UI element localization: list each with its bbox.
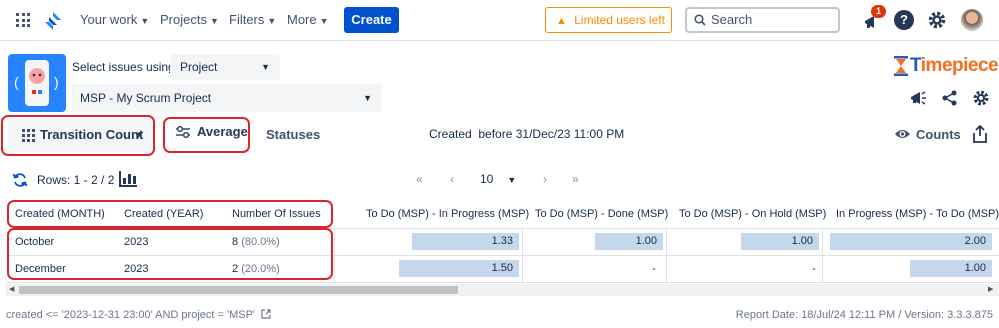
chevron-down-icon: ▼ [363, 93, 372, 103]
column-header[interactable]: To Do (MSP) - On Hold (MSP) [679, 208, 826, 220]
chevron-down-icon: ▼ [319, 16, 329, 26]
project-value: MSP - My Scrum Project [80, 91, 212, 105]
next-page-icon[interactable]: › [543, 172, 547, 186]
rows-count: Rows: 1 - 2 / 2 [37, 173, 115, 187]
scroll-right-icon[interactable]: ▶ [988, 284, 993, 296]
value-bar: 1.00 [741, 233, 819, 250]
first-page-icon[interactable]: « [416, 172, 423, 186]
app-logo-icon: ( ) [14, 60, 59, 106]
scrollbar-thumb[interactable] [19, 286, 458, 294]
nav-label: Filters [229, 12, 265, 27]
create-button[interactable]: Create [344, 7, 399, 33]
search-icon [694, 14, 706, 26]
project-dropdown[interactable]: MSP - My Scrum Project ▼ [72, 84, 382, 112]
report-info: Report Date: 18/Jul/24 12:11 PM / Versio… [735, 309, 993, 321]
app-switcher-icon[interactable] [16, 13, 30, 27]
notification-badge: 1 [871, 5, 886, 18]
highlight-ring [7, 200, 333, 228]
chevron-down-icon: ▼ [507, 175, 517, 185]
empty-value: - [652, 263, 656, 275]
jql-text: created <= '2023-12-31 23:00' AND projec… [6, 309, 256, 321]
hourglass-icon [894, 56, 908, 76]
value-bar: 2.00 [830, 233, 992, 250]
counts-toggle[interactable]: Counts [894, 127, 961, 142]
page-size-dropdown[interactable]: 10 ▼ [480, 172, 516, 186]
chevron-down-icon: ▼ [261, 62, 270, 72]
chevron-down-icon: ▼ [267, 16, 277, 26]
timepiece-logo: Timepiece [893, 55, 999, 77]
value-bar: 1.50 [399, 260, 519, 277]
select-mode-value: Project [180, 60, 218, 74]
scroll-left-icon[interactable]: ◀ [9, 284, 14, 296]
statuses-tab[interactable]: Statuses [266, 127, 320, 142]
eye-icon [895, 130, 910, 138]
value-bar: 1.33 [412, 233, 519, 250]
last-page-icon[interactable]: » [572, 172, 579, 186]
external-link-icon[interactable] [261, 309, 271, 319]
avatar[interactable] [961, 9, 983, 31]
column-header[interactable]: To Do (MSP) - In Progress (MSP) [366, 208, 529, 220]
chevron-down-icon: ▼ [140, 16, 150, 26]
nav-label: Your work [80, 12, 138, 27]
megaphone-icon[interactable] [909, 89, 927, 107]
counts-label: Counts [916, 127, 961, 142]
gear-icon[interactable] [927, 10, 947, 30]
nav-your-work[interactable]: Your work ▼ [80, 12, 149, 27]
top-navigation: Your work ▼ Projects ▼ Filters ▼ More ▼ Crea… [0, 0, 999, 41]
nav-projects[interactable]: Projects ▼ [160, 12, 219, 27]
highlight-ring [1, 115, 155, 156]
page-size-value: 10 [480, 172, 494, 186]
select-mode-dropdown[interactable]: Project ▼ [170, 54, 280, 80]
export-icon[interactable] [972, 125, 988, 143]
prev-page-icon[interactable]: ‹ [450, 172, 454, 186]
chevron-down-icon: ▼ [209, 16, 219, 26]
highlight-ring [163, 117, 250, 153]
nav-label: Projects [160, 12, 207, 27]
refresh-icon[interactable] [12, 172, 28, 188]
limited-users-label: Limited users left [574, 13, 665, 27]
column-divider [822, 228, 823, 282]
nav-label: More [287, 12, 317, 27]
value-bar: 1.00 [910, 260, 992, 277]
column-divider [666, 228, 667, 282]
search-input[interactable]: Search [685, 7, 840, 33]
jql-query: created <= '2023-12-31 23:00' AND projec… [6, 309, 271, 321]
value-bar: 1.00 [595, 233, 663, 250]
column-header[interactable]: In Progress (MSP) - To Do (MSP) [836, 208, 999, 220]
brand-name: Timepiece [910, 55, 999, 76]
share-icon[interactable] [941, 89, 959, 107]
highlight-ring [7, 228, 333, 280]
table-divider [6, 282, 999, 283]
nav-more[interactable]: More ▼ [287, 12, 329, 27]
svg-text:): ) [54, 74, 59, 90]
column-divider [334, 228, 335, 282]
warning-icon: ▲ [556, 15, 567, 27]
search-placeholder: Search [711, 12, 753, 27]
gear-icon[interactable] [972, 89, 990, 107]
jira-logo-icon[interactable] [43, 11, 63, 31]
empty-value: - [812, 263, 816, 275]
bar-chart-icon[interactable] [119, 170, 138, 187]
help-icon[interactable]: ? [894, 10, 914, 30]
select-issues-label: Select issues using [72, 60, 175, 74]
created-before-filter[interactable]: Created before 31/Dec/23 11:00 PM [429, 127, 624, 141]
column-header[interactable]: To Do (MSP) - Done (MSP) [535, 208, 668, 220]
app-logo: ( ) [8, 54, 66, 112]
limited-users-button[interactable]: ▲ Limited users left [545, 7, 672, 33]
nav-filters[interactable]: Filters ▼ [229, 12, 276, 27]
column-divider [522, 228, 523, 282]
svg-text:(: ( [14, 74, 19, 90]
